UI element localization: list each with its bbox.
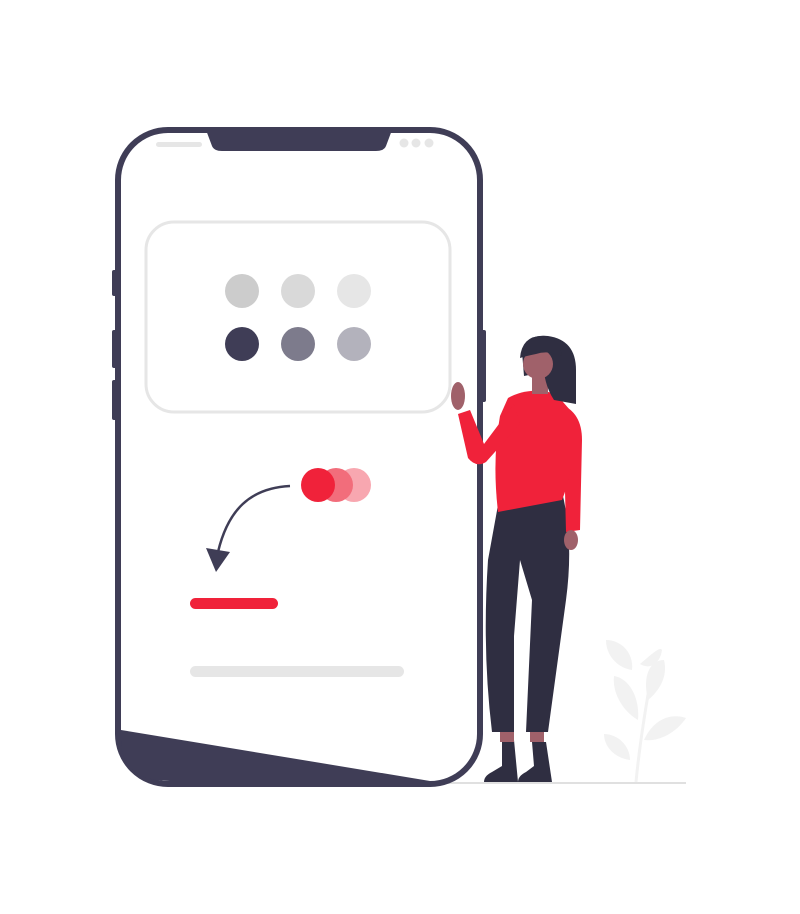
status-bar-line — [156, 142, 202, 147]
left-shoe — [484, 740, 518, 782]
swatch-dark-3[interactable] — [337, 327, 371, 361]
swatch-grey-2[interactable] — [281, 274, 315, 308]
phone-device — [112, 127, 486, 787]
accent-dot-1[interactable] — [301, 468, 335, 502]
placeholder-bar — [190, 666, 404, 677]
sweater — [495, 390, 573, 512]
pants — [485, 492, 570, 732]
hand — [451, 382, 465, 410]
plant-illustration — [604, 640, 686, 783]
accent-bar — [190, 598, 278, 609]
palette-card — [144, 220, 452, 414]
swatch-dark-2[interactable] — [281, 327, 315, 361]
right-shoe — [518, 742, 552, 782]
phone-notch — [206, 130, 392, 151]
illustration-canvas — [112, 127, 686, 787]
status-dots-icon — [399, 138, 434, 148]
selected-color-dots — [301, 468, 371, 502]
swatch-dark-1[interactable] — [225, 327, 259, 361]
swatch-grey-3[interactable] — [337, 274, 371, 308]
swatch-grey-1[interactable] — [225, 274, 259, 308]
